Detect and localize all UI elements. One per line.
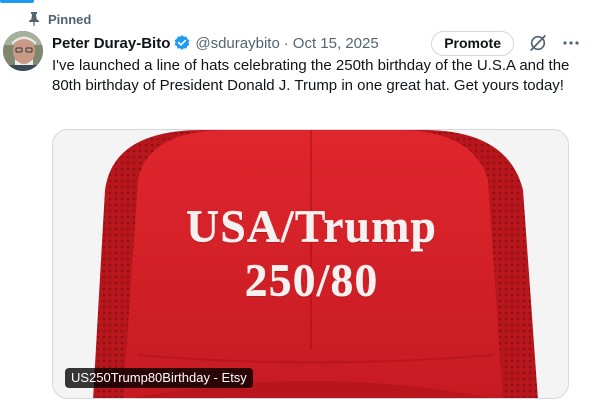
pin-icon [28, 12, 40, 26]
pinned-indicator: Pinned [28, 10, 91, 28]
avatar-image [3, 31, 43, 71]
tweet-media-card[interactable]: USA/Trump 250/80 US250Trump80Birthday - … [52, 129, 569, 399]
tweet-date[interactable]: Oct 15, 2025 [293, 35, 379, 52]
promote-button[interactable]: Promote [431, 30, 514, 56]
author-name[interactable]: Peter Duray-Bito [52, 35, 170, 52]
more-options-icon[interactable] [562, 34, 580, 52]
verified-badge-icon[interactable] [173, 34, 191, 52]
separator-dot: · [283, 34, 289, 52]
tweet-text: I've launched a line of hats celebrating… [52, 57, 570, 94]
avatar[interactable] [3, 31, 43, 71]
top-accent-bar [0, 0, 34, 3]
media-link-label[interactable]: US250Trump80Birthday - Etsy [65, 368, 253, 388]
hat-embroidery-line2: 250/80 [244, 255, 379, 306]
hat-embroidery-line1: USA/Trump [186, 201, 437, 252]
pinned-label: Pinned [48, 11, 92, 27]
author-handle[interactable]: @sduraybito [195, 35, 279, 52]
tweet-header: Peter Duray-Bito @sduraybito · Oct 15, 2… [52, 30, 580, 56]
grok-icon[interactable] [528, 33, 548, 53]
